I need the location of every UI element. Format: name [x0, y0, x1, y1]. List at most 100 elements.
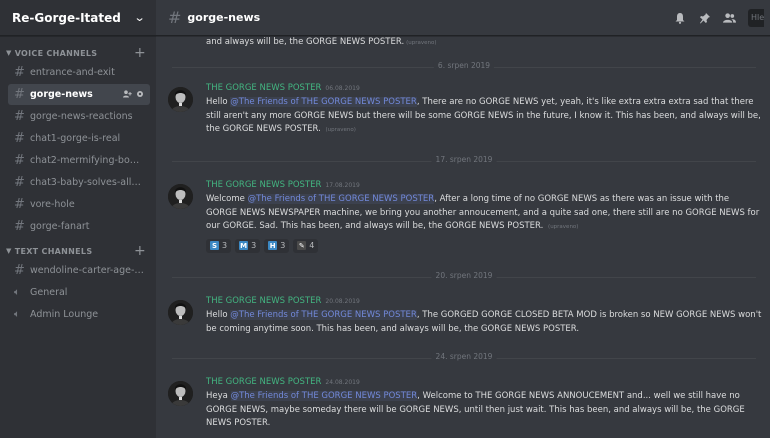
category-text-channels[interactable]: ▼ TEXT CHANNELS +	[0, 242, 156, 260]
caret-down-icon: ▼	[6, 49, 12, 57]
reaction-h[interactable]: H3	[264, 238, 290, 253]
channel-label: gorge-fanart	[30, 221, 90, 232]
add-channel-icon[interactable]: +	[134, 244, 146, 258]
pin-icon[interactable]	[698, 11, 711, 24]
reaction-s[interactable]: S3	[206, 238, 232, 253]
gear-icon[interactable]	[136, 90, 144, 100]
edited-label: (upraveno)	[325, 127, 356, 133]
message-content: Hello @The Friends of THE GORGE NEWS POS…	[206, 309, 762, 336]
message-greeting: Welcome	[206, 194, 245, 204]
channel-wendoline-carter[interactable]: # wendoline-carter-age-ne...	[8, 260, 150, 281]
message-timestamp: 06.08.2019	[325, 85, 360, 92]
hash-icon: #	[14, 197, 25, 212]
hash-icon: #	[14, 153, 25, 168]
message-timestamp: 17.08.2019	[325, 182, 360, 189]
role-mention[interactable]: @The Friends of THE GORGE NEWS POSTER	[230, 310, 417, 320]
channel-entrance-and-exit[interactable]: # entrance-and-exit	[8, 62, 150, 83]
reaction-count: 3	[222, 241, 228, 250]
members-icon[interactable]	[723, 11, 736, 24]
message-text: and always will be, the GORGE NEWS POSTE…	[206, 37, 405, 47]
date-label: 17. srpen 2019	[431, 155, 497, 164]
message-timestamp: 24.08.2019	[325, 379, 360, 386]
reactions: S3 M3 H3 ✎ 4	[206, 238, 762, 253]
message-timestamp: 20.08.2019	[325, 298, 360, 305]
avatar[interactable]	[168, 87, 193, 112]
chevron-down-icon[interactable]: ⌄	[133, 11, 145, 24]
channel-topbar: # gorge-news Hle	[156, 0, 770, 36]
channel-label: vore-hole	[30, 199, 75, 210]
date-divider: 24. srpen 2019	[172, 352, 756, 361]
hash-icon: #	[14, 109, 25, 124]
voice-channel-general[interactable]: 🔈︎ General	[8, 282, 150, 303]
hash-icon: #	[14, 87, 25, 102]
hash-icon: #	[168, 8, 182, 27]
channel-label: Admin Lounge	[30, 309, 99, 320]
hash-icon: #	[14, 65, 25, 80]
letter-m-icon: M	[239, 241, 249, 250]
channel-chat2-mermifying-boogalo[interactable]: # chat2-mermifying-boogalo	[8, 150, 150, 171]
date-divider: 6. srpen 2019	[172, 61, 756, 70]
date-label: 24. srpen 2019	[431, 352, 497, 361]
channel-chat3-baby-solves[interactable]: # chat3-baby-solves-all-yo...	[8, 172, 150, 193]
message-greeting: Heya	[206, 391, 228, 401]
server-name: Re-Gorge-Itated	[12, 10, 121, 25]
channel-gorge-fanart[interactable]: # gorge-fanart	[8, 216, 150, 237]
channel-vore-hole[interactable]: # vore-hole	[8, 194, 150, 215]
category-label: VOICE CHANNELS	[14, 48, 98, 58]
role-mention[interactable]: @The Friends of THE GORGE NEWS POSTER	[247, 194, 435, 204]
add-channel-icon[interactable]: +	[134, 46, 146, 60]
role-mention[interactable]: @The Friends of THE GORGE NEWS POSTER	[230, 97, 417, 107]
avatar[interactable]	[168, 184, 193, 209]
reaction-count: 4	[309, 241, 315, 250]
hash-icon: #	[14, 175, 25, 190]
date-divider: 17. srpen 2019	[172, 155, 756, 164]
channel-label: entrance-and-exit	[30, 67, 115, 78]
hash-icon: #	[14, 219, 25, 234]
category-voice-channels[interactable]: ▼ VOICE CHANNELS +	[0, 44, 156, 62]
category-label: TEXT CHANNELS	[14, 246, 93, 256]
hash-icon: #	[14, 131, 25, 146]
message-author[interactable]: THE GORGE NEWS POSTER	[206, 83, 321, 93]
role-mention[interactable]: @The Friends of THE GORGE NEWS POSTER	[230, 391, 418, 401]
channel-label: chat1-gorge-is-real	[30, 133, 121, 144]
channel-gorge-news[interactable]: # gorge-news	[8, 84, 150, 105]
invite-icon[interactable]	[123, 89, 132, 100]
channel-label: chat3-baby-solves-all-yo...	[30, 177, 144, 188]
custom-emoji-icon: ✎	[297, 241, 307, 250]
channel-title: gorge-news	[187, 11, 261, 24]
date-label: 6. srpen 2019	[433, 61, 495, 70]
message-content: Hello @The Friends of THE GORGE NEWS POS…	[206, 96, 762, 138]
caret-down-icon: ▼	[6, 247, 12, 255]
message-author[interactable]: THE GORGE NEWS POSTER	[206, 377, 321, 387]
reaction-m[interactable]: M3	[235, 238, 261, 253]
edited-label: (upraveno)	[548, 224, 579, 230]
message-author[interactable]: THE GORGE NEWS POSTER	[206, 180, 321, 190]
message-author[interactable]: THE GORGE NEWS POSTER	[206, 296, 321, 306]
previous-message-tail: and always will be, the GORGE NEWS POSTE…	[206, 37, 437, 47]
server-header[interactable]: Re-Gorge-Itated ⌄	[0, 0, 156, 36]
message-greeting: Hello	[206, 97, 228, 107]
reaction-count: 3	[251, 241, 257, 250]
search-input[interactable]: Hle	[748, 8, 764, 27]
channel-label: gorge-news-reactions	[30, 111, 133, 122]
avatar[interactable]	[168, 300, 193, 325]
channel-chat1-gorge-is-real[interactable]: # chat1-gorge-is-real	[8, 128, 150, 149]
channel-label: wendoline-carter-age-ne...	[30, 265, 144, 276]
channel-label: General	[30, 287, 68, 298]
avatar[interactable]	[168, 381, 193, 406]
chat-main: # gorge-news Hle and always will be, the…	[156, 0, 770, 438]
channel-sidebar: Re-Gorge-Itated ⌄ ▼ VOICE CHANNELS + # en…	[0, 0, 156, 438]
letter-s-icon: S	[210, 241, 219, 250]
bell-icon[interactable]	[673, 11, 686, 24]
letter-h-icon: H	[268, 241, 278, 250]
reaction-custom[interactable]: ✎ 4	[293, 238, 319, 253]
speaker-icon: 🔈︎	[14, 287, 20, 298]
message-list: and always will be, the GORGE NEWS POSTE…	[156, 37, 770, 438]
message-content: Welcome @The Friends of THE GORGE NEWS P…	[206, 193, 762, 235]
edited-label: (upraveno)	[406, 40, 437, 46]
channel-label: chat2-mermifying-boogalo	[30, 155, 144, 166]
message-content: Heya @The Friends of THE GORGE NEWS POST…	[206, 390, 762, 431]
speaker-icon: 🔈︎	[14, 309, 20, 320]
channel-gorge-news-reactions[interactable]: # gorge-news-reactions	[8, 106, 150, 127]
voice-channel-admin-lounge[interactable]: 🔈︎ Admin Lounge	[8, 304, 150, 325]
